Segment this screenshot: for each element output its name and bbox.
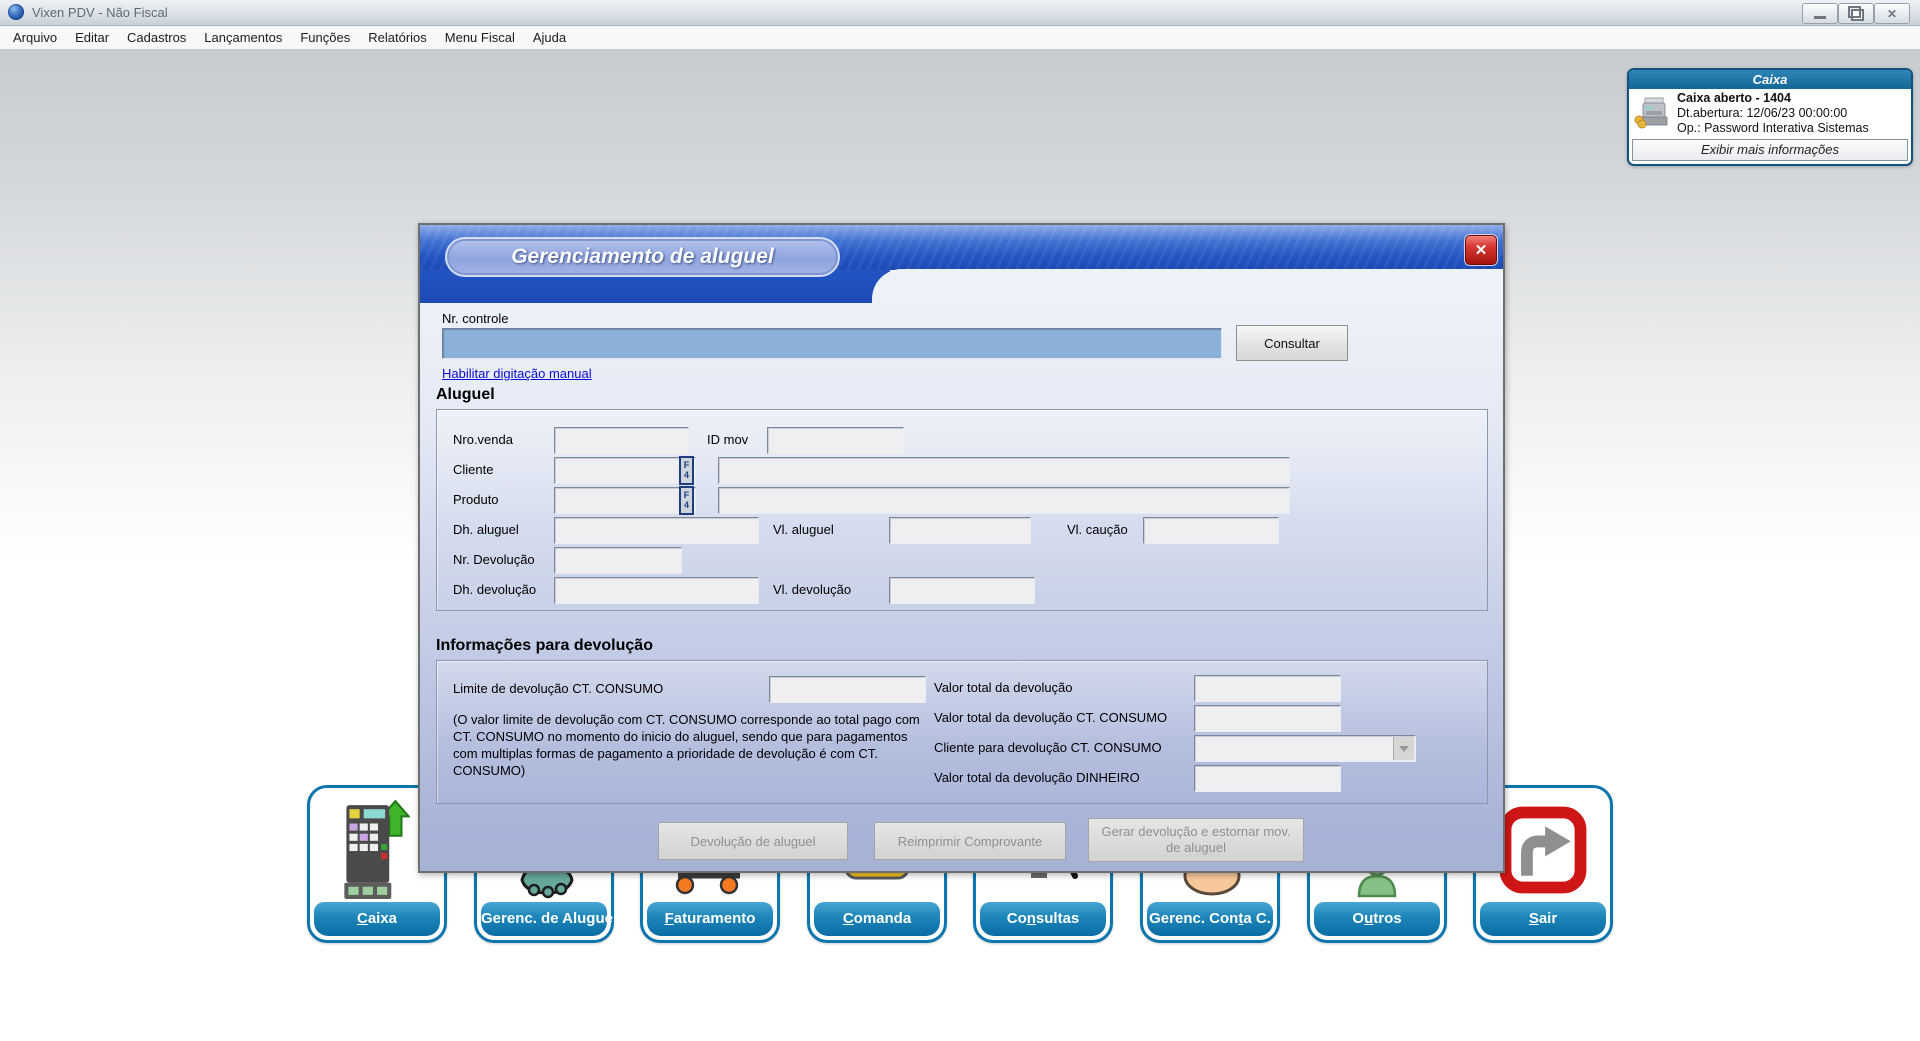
- menu-relatorios[interactable]: Relatórios: [359, 26, 436, 49]
- restore-button[interactable]: [1838, 3, 1874, 24]
- toolbar-label-faturamento: Faturamento: [647, 902, 773, 936]
- valor-total-dinheiro-input[interactable]: [1194, 765, 1341, 792]
- caixa-status-panel: Caixa Caixa aberto - 1404 Dt.abertura: 1…: [1627, 68, 1913, 166]
- application-window: Vixen PDV - Não Fiscal ✕ Arquivo Editar …: [0, 0, 1920, 1041]
- produto-label: Produto: [453, 492, 499, 507]
- devolucao-section-header: Informações para devolução: [436, 637, 653, 655]
- cliente-f4-button[interactable]: F4: [679, 456, 694, 485]
- cliente-code-input[interactable]: [554, 457, 696, 484]
- nr-controle-input[interactable]: [442, 328, 1222, 359]
- cliente-name-input[interactable]: [718, 457, 1290, 484]
- toolbar-label-sair: Sair: [1480, 902, 1606, 936]
- menubar: Arquivo Editar Cadastros Lançamentos Fun…: [0, 26, 1920, 49]
- minimize-icon: [1814, 16, 1826, 19]
- menu-funcoes[interactable]: Funções: [291, 26, 359, 49]
- cliente-ct-label: Cliente para devolução CT. CONSUMO: [934, 740, 1162, 755]
- menu-lancamentos[interactable]: Lançamentos: [195, 26, 291, 49]
- consultar-button[interactable]: Consultar: [1236, 325, 1348, 361]
- aluguel-fieldset: Nro.venda ID mov Cliente F4 Produto F4 D…: [436, 409, 1488, 611]
- chevron-down-icon[interactable]: [1393, 737, 1414, 760]
- valor-total-ct-label: Valor total da devolução CT. CONSUMO: [934, 710, 1167, 725]
- cash-register-icon: [1634, 97, 1672, 129]
- vl-aluguel-label: Vl. aluguel: [773, 522, 834, 537]
- produto-code-input[interactable]: [554, 487, 696, 514]
- limite-devolucao-label: Limite de devolução CT. CONSUMO: [453, 681, 663, 696]
- nr-devolucao-label: Nr. Devolução: [453, 552, 535, 567]
- toolbar-label-comanda: Comanda: [814, 902, 940, 936]
- habilitar-digitacao-link[interactable]: Habilitar digitação manual: [442, 366, 592, 381]
- menu-menu-fiscal[interactable]: Menu Fiscal: [436, 26, 524, 49]
- produto-f4-button[interactable]: F4: [679, 486, 694, 515]
- aluguel-section-header: Aluguel: [436, 386, 495, 404]
- toolbar-label-gerenc-conta: Gerenc. Conta C.: [1147, 902, 1273, 936]
- menu-editar[interactable]: Editar: [66, 26, 118, 49]
- id-mov-input[interactable]: [767, 427, 904, 454]
- vl-devolucao-label: Vl. devolução: [773, 582, 851, 597]
- nro-venda-label: Nro.venda: [453, 432, 513, 447]
- toolbar-label-gerenc-aluguel: Gerenc. de Aluguel: [481, 902, 607, 936]
- close-icon: ✕: [1887, 8, 1897, 20]
- devolucao-fieldset: Limite de devolução CT. CONSUMO (O valor…: [436, 660, 1488, 804]
- valor-total-input[interactable]: [1194, 675, 1341, 702]
- vl-caucao-label: Vl. caução: [1067, 522, 1128, 537]
- menu-ajuda[interactable]: Ajuda: [524, 26, 575, 49]
- nr-devolucao-input[interactable]: [554, 547, 682, 574]
- menu-arquivo[interactable]: Arquivo: [4, 26, 66, 49]
- nro-venda-input[interactable]: [554, 427, 689, 454]
- toolbar-label-outros: Outros: [1314, 902, 1440, 936]
- cliente-ct-dropdown[interactable]: [1194, 735, 1416, 762]
- minimize-button[interactable]: [1802, 3, 1838, 24]
- nr-controle-label: Nr. controle: [442, 311, 508, 326]
- vixen-logo-icon: [8, 4, 24, 20]
- caixa-opening-datetime: Dt.abertura: 12/06/23 00:00:00: [1677, 106, 1869, 121]
- toolbar-label-caixa: Caixa: [314, 902, 440, 936]
- valor-total-label: Valor total da devolução: [934, 680, 1073, 695]
- dh-aluguel-input[interactable]: [554, 517, 759, 544]
- produto-name-input[interactable]: [718, 487, 1290, 514]
- menu-cadastros[interactable]: Cadastros: [118, 26, 195, 49]
- dh-devolucao-label: Dh. devolução: [453, 582, 536, 597]
- devolucao-note: (O valor limite de devolução com CT. CON…: [453, 711, 929, 779]
- toolbar-label-consultas: Consultas: [980, 902, 1106, 936]
- show-more-info-button[interactable]: Exibir mais informações: [1632, 139, 1908, 161]
- restore-icon: [1851, 9, 1864, 21]
- limite-devolucao-input[interactable]: [769, 676, 926, 703]
- gerar-devolucao-button[interactable]: Gerar devolução e estornar mov. de alugu…: [1088, 818, 1304, 862]
- caixa-operator: Op.: Password Interativa Sistemas: [1677, 121, 1869, 136]
- id-mov-label: ID mov: [707, 432, 748, 447]
- dialog-close-button[interactable]: ✕: [1465, 235, 1497, 265]
- valor-total-ct-input[interactable]: [1194, 705, 1341, 732]
- valor-total-dinheiro-label: Valor total da devolução DINHEIRO: [934, 770, 1140, 785]
- devolucao-aluguel-button[interactable]: Devolução de aluguel: [658, 822, 848, 860]
- titlebar: Vixen PDV - Não Fiscal ✕: [0, 0, 1920, 26]
- close-window-button[interactable]: ✕: [1874, 3, 1910, 24]
- vl-caucao-input[interactable]: [1143, 517, 1279, 544]
- caixa-panel-title: Caixa: [1629, 70, 1911, 89]
- vl-devolucao-input[interactable]: [889, 577, 1035, 604]
- cliente-label: Cliente: [453, 462, 493, 477]
- dh-aluguel-label: Dh. aluguel: [453, 522, 519, 537]
- reimprimir-comprovante-button[interactable]: Reimprimir Comprovante: [874, 822, 1066, 860]
- caixa-status: Caixa aberto - 1404: [1677, 91, 1869, 106]
- dh-devolucao-input[interactable]: [554, 577, 759, 604]
- window-title: Vixen PDV - Não Fiscal: [32, 5, 168, 20]
- vl-aluguel-input[interactable]: [889, 517, 1031, 544]
- dialog-title: Gerenciamento de aluguel: [445, 237, 840, 277]
- rental-management-dialog: Gerenciamento de aluguel ✕ Nr. controle …: [418, 223, 1505, 873]
